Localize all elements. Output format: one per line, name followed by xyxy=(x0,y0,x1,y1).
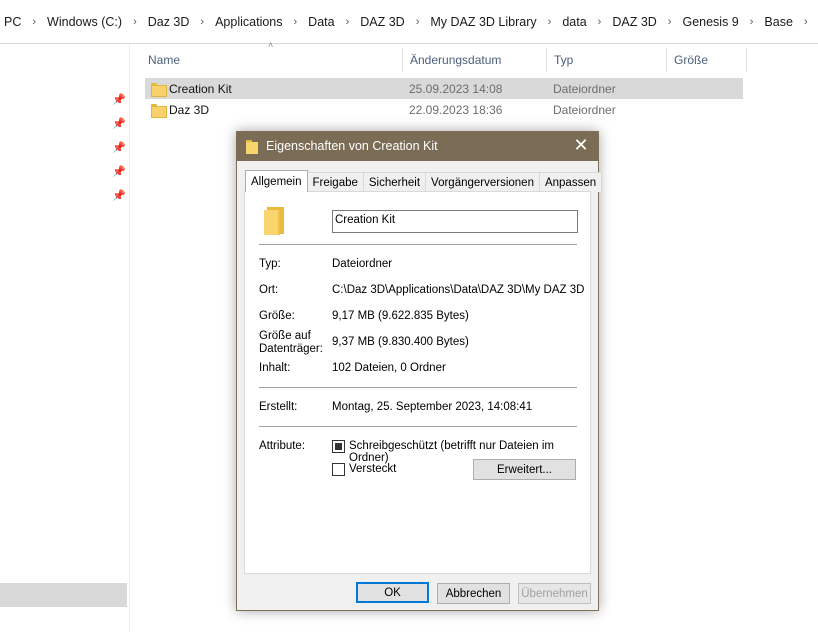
divider xyxy=(259,387,577,388)
advanced-button[interactable]: Erweitert... xyxy=(473,459,576,480)
created-value: Montag, 25. September 2023, 14:08:41 xyxy=(332,401,533,413)
tab-allgemein[interactable]: Allgemein xyxy=(245,170,308,192)
location-label: Ort: xyxy=(259,284,279,296)
column-header-size[interactable]: Größe xyxy=(674,48,708,72)
breadcrumb-item[interactable]: Applications xyxy=(213,15,284,29)
readonly-checkbox[interactable] xyxy=(332,440,345,453)
properties-dialog: Eigenschaften von Creation Kit ✕ Allgeme… xyxy=(236,131,603,611)
nav-selected-item[interactable] xyxy=(0,583,127,607)
size-value: 9,17 MB (9.622.835 Bytes) xyxy=(332,310,469,322)
file-type: Dateiordner xyxy=(553,81,616,96)
chevron-right-icon[interactable]: › xyxy=(124,16,146,28)
type-value: Dateiordner xyxy=(332,258,393,270)
column-divider[interactable] xyxy=(402,48,403,72)
breadcrumb-item[interactable]: Genesis 9 xyxy=(680,15,740,29)
tab-sicherheit[interactable]: Sicherheit xyxy=(362,172,427,192)
sort-ascending-icon: ˄ xyxy=(268,40,274,50)
breadcrumb-item[interactable]: My DAZ 3D Library xyxy=(428,15,538,29)
tab-vorgaengerversionen[interactable]: Vorgängerversionen xyxy=(425,172,540,192)
cancel-button[interactable]: Abbrechen xyxy=(437,583,510,604)
type-label: Typ: xyxy=(259,258,281,270)
column-header-date[interactable]: Änderungsdatum xyxy=(410,48,501,72)
chevron-right-icon[interactable]: › xyxy=(741,16,763,28)
pin-icon: 📌 xyxy=(112,94,126,106)
disk-size-label-line2: Datenträger: xyxy=(259,343,323,355)
size-label: Größe: xyxy=(259,310,295,322)
folder-icon xyxy=(264,207,284,235)
divider xyxy=(259,244,577,245)
address-bar-breadcrumb[interactable]: PC › Windows (C:) › Daz 3D › Applications › Data… xyxy=(0,0,818,44)
column-divider[interactable] xyxy=(666,48,667,72)
close-icon[interactable]: ✕ xyxy=(572,136,590,154)
column-header-name[interactable]: Name xyxy=(148,48,180,72)
pin-icon: 📌 xyxy=(112,118,126,130)
folder-icon xyxy=(246,140,258,154)
pin-icon: 📌 xyxy=(112,142,126,154)
pin-icon: 📌 xyxy=(112,190,126,202)
dialog-tabs: Allgemein Freigabe Sicherheit Vorgängerv… xyxy=(245,170,603,192)
hidden-label[interactable]: Versteckt xyxy=(349,463,396,475)
folder-name-input[interactable]: Creation Kit xyxy=(332,210,578,233)
breadcrumb-item[interactable]: Windows (C:) xyxy=(45,15,124,29)
chevron-right-icon[interactable]: › xyxy=(407,16,429,28)
breadcrumb-item[interactable]: data xyxy=(560,15,588,29)
tab-anpassen[interactable]: Anpassen xyxy=(538,172,603,192)
hidden-checkbox[interactable] xyxy=(332,463,345,476)
chevron-right-icon[interactable]: › xyxy=(589,16,611,28)
column-header-type[interactable]: Typ xyxy=(554,48,573,72)
divider xyxy=(259,426,577,427)
attributes-label: Attribute: xyxy=(259,440,306,452)
disk-size-value: 9,37 MB (9.830.400 Bytes) xyxy=(332,336,469,348)
breadcrumb-item[interactable]: Daz 3D xyxy=(146,15,192,29)
ok-button[interactable]: OK xyxy=(356,582,429,603)
breadcrumb-item[interactable]: DAZ 3D xyxy=(358,15,406,29)
contents-label: Inhalt: xyxy=(259,362,291,374)
chevron-right-icon[interactable]: › xyxy=(23,16,45,28)
file-date: 22.09.2023 18:36 xyxy=(409,102,503,117)
column-divider[interactable] xyxy=(546,48,547,72)
tab-panel-general: Creation Kit Typ: Dateiordner Ort: C:\Da… xyxy=(244,191,591,574)
dialog-title: Eigenschaften von Creation Kit xyxy=(266,139,438,153)
file-name: Daz 3D xyxy=(169,102,210,117)
file-date: 25.09.2023 14:08 xyxy=(409,81,503,96)
breadcrumb-item[interactable]: DAZ 3D xyxy=(610,15,658,29)
chevron-right-icon[interactable]: › xyxy=(795,16,817,28)
chevron-right-icon[interactable]: › xyxy=(285,16,307,28)
file-row[interactable]: Creation Kit 25.09.2023 14:08 Dateiordne… xyxy=(145,78,743,99)
dialog-titlebar[interactable]: Eigenschaften von Creation Kit ✕ xyxy=(237,132,598,161)
chevron-right-icon[interactable]: › xyxy=(539,16,561,28)
location-value: C:\Daz 3D\Applications\Data\DAZ 3D\My DA… xyxy=(332,284,585,296)
breadcrumb-item[interactable]: Data xyxy=(306,15,336,29)
chevron-right-icon[interactable]: › xyxy=(659,16,681,28)
breadcrumb-item[interactable]: PC xyxy=(0,15,23,29)
file-row[interactable]: Daz 3D 22.09.2023 18:36 Dateiordner xyxy=(145,99,743,120)
disk-size-label-line1: Größe auf xyxy=(259,330,311,342)
pin-icon: 📌 xyxy=(112,166,126,178)
apply-button[interactable]: Übernehmen xyxy=(518,583,591,604)
contents-value: 102 Dateien, 0 Ordner xyxy=(332,362,446,374)
file-name: Creation Kit xyxy=(169,81,232,96)
navigation-pane: 📌 📌 📌 📌 📌 xyxy=(0,44,130,632)
created-label: Erstellt: xyxy=(259,401,298,413)
breadcrumb-item[interactable]: Base xyxy=(762,15,795,29)
file-type: Dateiordner xyxy=(553,102,616,117)
chevron-right-icon[interactable]: › xyxy=(191,16,213,28)
column-divider[interactable] xyxy=(746,48,747,72)
tab-freigabe[interactable]: Freigabe xyxy=(306,172,364,192)
chevron-right-icon[interactable]: › xyxy=(337,16,359,28)
folder-icon xyxy=(151,82,167,97)
folder-icon xyxy=(151,103,167,118)
